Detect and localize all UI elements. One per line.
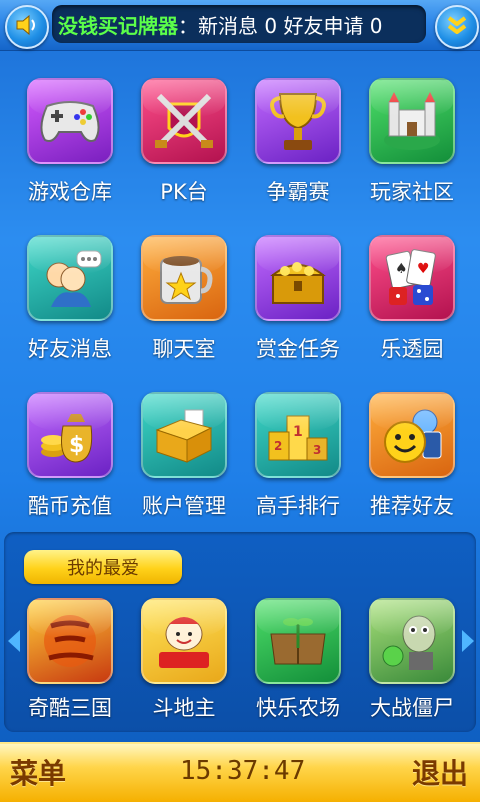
- svg-text:♠: ♠: [395, 261, 408, 277]
- status-marquee: 没钱买记牌器 ：新消息 0 好友申请 0: [52, 5, 426, 43]
- app-coin-recharge[interactable]: $ 酷币充值: [13, 364, 127, 518]
- app-community[interactable]: 玩家社区: [355, 50, 469, 204]
- fav-happy-farm[interactable]: 快乐农场: [241, 598, 355, 728]
- app-label: 高手排行: [256, 494, 340, 518]
- three-kingdoms-icon: [27, 598, 113, 684]
- fav-label: 斗地主: [152, 696, 216, 720]
- app-recommend-friends[interactable]: 推荐好友: [355, 364, 469, 518]
- clock: 15:37:47: [180, 756, 306, 786]
- app-label: PK台: [160, 180, 208, 204]
- bottom-bar: 菜单 15:37:47 退出: [0, 742, 480, 802]
- fav-label: 快乐农场: [256, 696, 340, 720]
- gamepad-icon: [27, 78, 113, 164]
- svg-text:1: 1: [293, 424, 303, 440]
- notification-summary: ：新消息 0 好友申请 0: [178, 13, 383, 38]
- fav-label: 大战僵尸: [370, 696, 454, 720]
- trophy-icon: [255, 78, 341, 164]
- favorites-panel: 我的最爱 奇酷三国 斗地主 快乐农场 大战僵尸: [4, 532, 476, 732]
- crossed-swords-icon: [141, 78, 227, 164]
- app-label: 游戏仓库: [28, 180, 112, 204]
- top-bar: 没钱买记牌器 ：新消息 0 好友申请 0: [0, 0, 480, 51]
- menu-softkey[interactable]: 菜单: [10, 752, 66, 792]
- coffee-cup-icon: [141, 235, 227, 321]
- treasure-chest-icon: [255, 235, 341, 321]
- app-account-management[interactable]: 账户管理: [127, 364, 241, 518]
- friends-chat-icon: [27, 235, 113, 321]
- app-label: 酷币充值: [28, 494, 112, 518]
- app-game-warehouse[interactable]: 游戏仓库: [13, 50, 127, 204]
- zombie-icon: [369, 598, 455, 684]
- app-label: 好友消息: [28, 337, 112, 361]
- smiley-recommend-icon: [369, 392, 455, 478]
- app-lottery-park[interactable]: ♠ ♥ 乐透园: [355, 207, 469, 361]
- cards-dice-icon: ♠ ♥: [369, 235, 455, 321]
- podium-icon: 1 2 3: [255, 392, 341, 478]
- farm-sprout-icon: [255, 598, 341, 684]
- expand-button[interactable]: [435, 5, 479, 49]
- username-label: 没钱买记牌器: [58, 13, 178, 38]
- app-bounty-tasks[interactable]: 赏金任务: [241, 207, 355, 361]
- app-label: 账户管理: [142, 494, 226, 518]
- app-label: 玩家社区: [370, 180, 454, 204]
- speaker-icon: [15, 14, 39, 40]
- svg-text:$: $: [69, 433, 84, 458]
- app-leaderboard[interactable]: 1 2 3 高手排行: [241, 364, 355, 518]
- svg-text:♥: ♥: [417, 261, 430, 277]
- app-label: 推荐好友: [370, 494, 454, 518]
- app-label: 争霸赛: [266, 180, 330, 204]
- app-tournament[interactable]: 争霸赛: [241, 50, 355, 204]
- double-chevron-down-icon: [445, 14, 469, 40]
- fav-doudizhu[interactable]: 斗地主: [127, 598, 241, 728]
- favorites-title: 我的最爱: [24, 550, 182, 584]
- exit-softkey[interactable]: 退出: [412, 752, 468, 792]
- doudizhu-icon: [141, 598, 227, 684]
- app-friend-messages[interactable]: 好友消息: [13, 207, 127, 361]
- svg-text:2: 2: [274, 439, 282, 453]
- fav-zombie-war[interactable]: 大战僵尸: [355, 598, 469, 728]
- castle-icon: [369, 78, 455, 164]
- app-label: 聊天室: [152, 337, 216, 361]
- fav-label: 奇酷三国: [28, 696, 112, 720]
- app-pk-stage[interactable]: PK台: [127, 50, 241, 204]
- svg-text:3: 3: [313, 443, 321, 457]
- fav-three-kingdoms[interactable]: 奇酷三国: [13, 598, 127, 728]
- app-label: 乐透园: [380, 337, 444, 361]
- app-chat-room[interactable]: 聊天室: [127, 207, 241, 361]
- money-bag-icon: $: [27, 392, 113, 478]
- sound-button[interactable]: [5, 5, 49, 49]
- file-box-icon: [141, 392, 227, 478]
- app-label: 赏金任务: [256, 337, 340, 361]
